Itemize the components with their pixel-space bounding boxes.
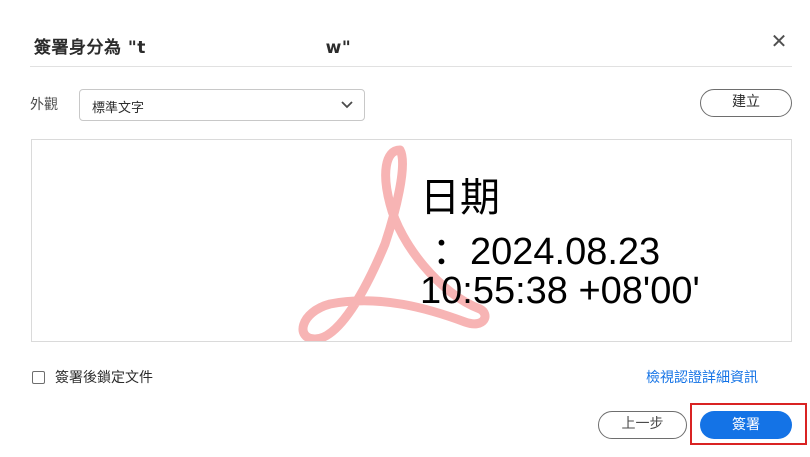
sign-dialog: 簽署身分為 "t w" ✕ 外觀 標準文字 建立 日期 ：2024.08.23 … — [0, 0, 810, 457]
close-icon[interactable]: ✕ — [768, 30, 790, 52]
signature-time-value: 10:55:38 +08'00' — [420, 270, 700, 312]
sign-button[interactable]: 簽署 — [700, 411, 792, 439]
dialog-title: 簽署身分為 "t w" — [34, 38, 352, 58]
appearance-label: 外觀 — [30, 97, 58, 113]
appearance-select[interactable]: 標準文字 — [79, 89, 365, 121]
chevron-down-icon — [341, 101, 353, 109]
appearance-selected-value: 標準文字 — [92, 101, 145, 116]
signature-date-label: 日期 — [420, 175, 500, 221]
back-button[interactable]: 上一步 — [598, 411, 687, 439]
lock-label: 簽署後鎖定文件 — [55, 370, 153, 386]
create-button[interactable]: 建立 — [700, 89, 792, 117]
signature-preview: 日期 ：2024.08.23 10:55:38 +08'00' — [31, 139, 792, 342]
view-certificate-details-link[interactable]: 檢視認證詳細資訊 — [646, 367, 758, 387]
lock-document-option[interactable]: 簽署後鎖定文件 — [32, 367, 153, 387]
divider — [30, 66, 792, 67]
lock-checkbox[interactable] — [32, 370, 45, 384]
signature-date-value: ：2024.08.23 — [432, 231, 661, 273]
